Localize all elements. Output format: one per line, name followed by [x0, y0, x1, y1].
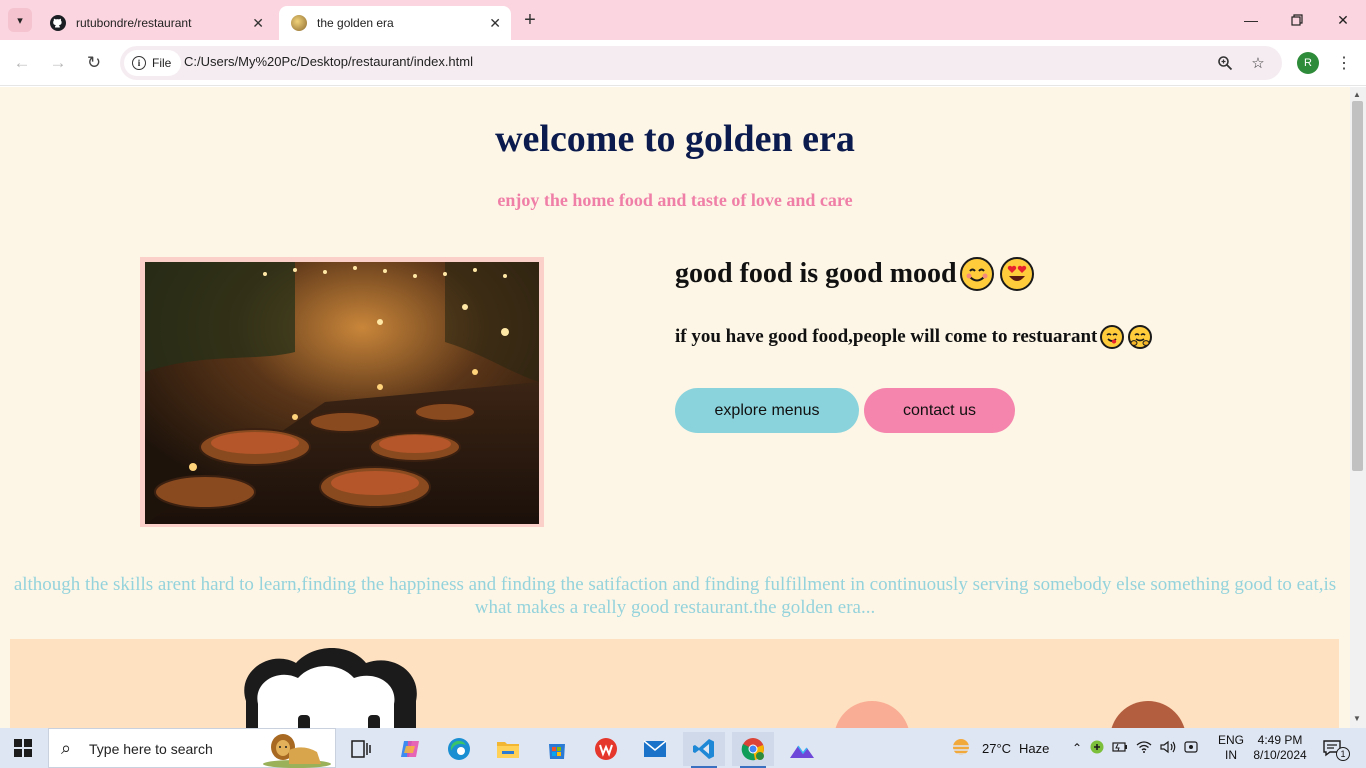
menu-kebab-icon[interactable]: ⋮	[1332, 51, 1356, 75]
file-explorer-icon[interactable]	[487, 732, 529, 766]
tab-github[interactable]: rutubondre/restaurant ✕	[38, 6, 274, 40]
copilot-icon[interactable]	[389, 732, 431, 766]
browser-toolbar: ← → ↻ i File C:/Users/My%20Pc/Desktop/re…	[0, 40, 1366, 86]
restaurant-quote: although the skills arent hard to learn,…	[13, 574, 1337, 618]
microsoft-store-icon[interactable]	[536, 732, 578, 766]
url-text[interactable]: C:/Users/My%20Pc/Desktop/restaurant/inde…	[184, 54, 473, 69]
volume-icon[interactable]	[1160, 740, 1176, 757]
address-bar[interactable]: i File C:/Users/My%20Pc/Desktop/restaura…	[120, 46, 1282, 80]
battery-icon[interactable]	[1112, 741, 1128, 756]
security-status-icon[interactable]	[1090, 740, 1104, 757]
chrome-icon[interactable]	[732, 732, 774, 768]
language-indicator[interactable]: ENG IN	[1218, 728, 1244, 768]
page-subtitle: enjoy the home food and taste of love an…	[497, 190, 853, 210]
clock[interactable]: 4:49 PM 8/10/2024	[1253, 728, 1307, 768]
scroll-down-arrow-icon[interactable]: ▼	[1353, 714, 1361, 723]
scrollbar-thumb[interactable]	[1352, 101, 1363, 471]
peach-circle-icon	[835, 701, 909, 728]
bookmark-star-icon[interactable]: ☆	[1247, 52, 1269, 74]
mail-icon[interactable]	[634, 732, 676, 766]
meet-now-icon[interactable]	[1184, 740, 1198, 757]
tagline-heading: good food is good mood	[675, 257, 1034, 291]
forward-button[interactable]: →	[46, 51, 70, 75]
brown-circle-icon	[1111, 701, 1185, 728]
search-highlight-lion-icon	[263, 734, 331, 768]
windows-start-button[interactable]	[14, 739, 32, 757]
new-tab-button[interactable]: +	[518, 8, 542, 32]
notification-center-button[interactable]: 1	[1322, 728, 1356, 768]
language-region: IN	[1225, 748, 1237, 762]
close-tab-icon[interactable]: ✕	[489, 15, 501, 32]
language-code: ENG	[1218, 733, 1245, 747]
zoom-icon[interactable]	[1214, 52, 1236, 74]
chef-hat-icon	[244, 648, 417, 728]
feature-illustrations	[244, 648, 1185, 728]
hugging-face-icon	[1128, 325, 1153, 349]
heart-eyes-icon	[999, 257, 1034, 291]
explore-menus-button[interactable]: explore menus	[675, 388, 859, 433]
wifi-icon[interactable]	[1136, 740, 1152, 756]
tab-title: rutubondre/restaurant	[76, 16, 192, 30]
photos-app-icon[interactable]	[781, 732, 823, 766]
tab-search-dropdown-button[interactable]: ▾	[8, 8, 32, 32]
tagline-text: good food is good mood	[675, 258, 957, 289]
taskbar-search-box[interactable]: ⌕ Type here to search	[48, 728, 336, 768]
restore-button[interactable]	[1282, 8, 1312, 32]
haze-weather-icon	[950, 739, 972, 755]
site-info-label: File	[152, 56, 172, 70]
edge-browser-icon[interactable]	[438, 732, 480, 766]
smiling-face-icon	[959, 257, 994, 291]
vscode-icon[interactable]	[683, 732, 725, 768]
reload-button[interactable]: ↻	[82, 51, 106, 75]
close-tab-icon[interactable]: ✕	[252, 15, 264, 32]
github-icon	[50, 15, 66, 31]
clock-time: 4:49 PM	[1257, 733, 1303, 747]
site-favicon-icon	[291, 15, 307, 31]
tab-title: the golden era	[317, 16, 394, 30]
weather-condition: Haze	[1019, 740, 1050, 756]
notification-count-badge: 1	[1336, 747, 1350, 761]
clock-date: 8/10/2024	[1253, 748, 1307, 762]
restaurant-photo	[140, 257, 544, 527]
weather-temp: 27°C	[982, 740, 1012, 756]
minimize-button[interactable]: —	[1236, 8, 1266, 32]
restaurant-feast-image	[145, 262, 539, 524]
page-viewport: welcome to golden era enjoy the home foo…	[0, 87, 1350, 728]
back-button[interactable]: ←	[10, 51, 34, 75]
subtagline-heading: if you have good food,people will come t…	[675, 325, 1153, 349]
page-title: welcome to golden era	[495, 118, 855, 160]
scroll-up-arrow-icon[interactable]: ▲	[1353, 90, 1361, 99]
search-icon: ⌕	[61, 738, 72, 758]
site-info-chip[interactable]: i File	[124, 50, 182, 76]
windows-taskbar: ⌕ Type here to search 27°C Haze ⌃ ENG IN…	[0, 728, 1366, 768]
profile-avatar[interactable]: R	[1297, 52, 1319, 74]
contact-us-button[interactable]: contact us	[864, 388, 1015, 433]
yum-face-icon	[1100, 325, 1125, 349]
features-section	[10, 639, 1339, 728]
restore-icon	[1291, 14, 1303, 26]
page-scrollbar[interactable]: ▲ ▼	[1350, 87, 1366, 728]
close-window-button[interactable]: ✕	[1328, 8, 1358, 32]
system-tray: ⌃	[1072, 728, 1198, 768]
task-view-icon[interactable]	[340, 732, 382, 766]
tab-golden-era[interactable]: the golden era ✕	[279, 6, 511, 40]
info-icon: i	[132, 56, 146, 70]
show-hidden-icons-chevron-icon[interactable]: ⌃	[1072, 741, 1082, 755]
search-placeholder: Type here to search	[89, 741, 213, 757]
wps-office-icon[interactable]	[585, 732, 627, 766]
subtagline-text: if you have good food,people will come t…	[675, 326, 1098, 347]
browser-titlebar: ▾ rutubondre/restaurant ✕ the golden era…	[0, 0, 1366, 40]
weather-widget[interactable]: 27°C Haze	[948, 728, 1049, 768]
